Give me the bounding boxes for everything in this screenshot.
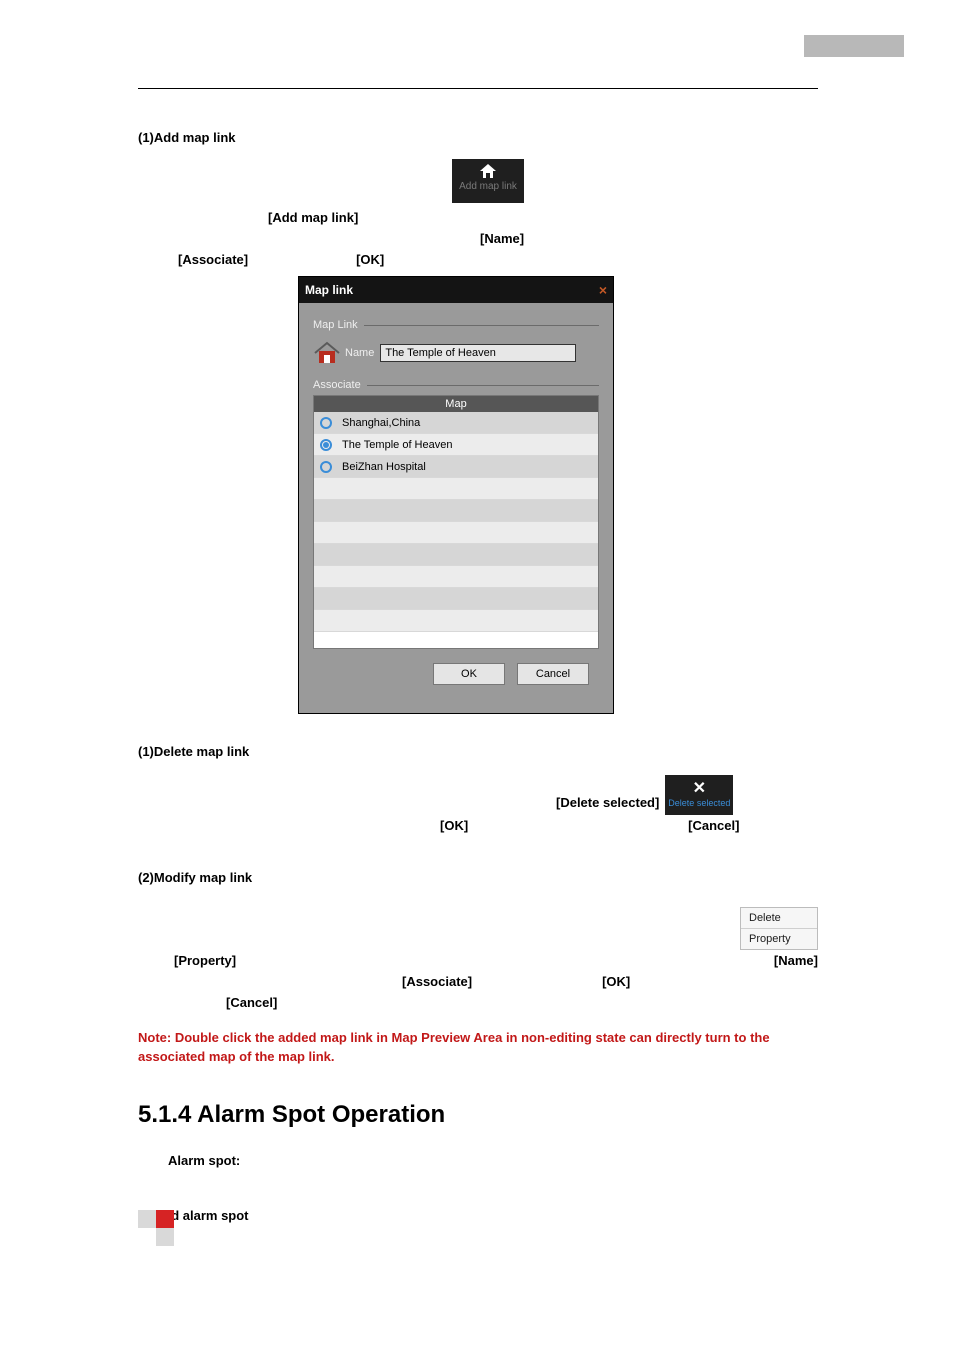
radio-icon[interactable] [320,461,332,473]
associate-row-label: Shanghai,China [342,417,420,429]
bracket-name: [Name] [480,231,524,246]
square-icon [138,1228,156,1246]
context-menu-item-delete[interactable]: Delete [741,908,817,929]
radio-icon[interactable] [320,439,332,451]
bracket-delete-selected: [Delete selected] [556,795,659,810]
heading-alarm-spot-operation: 5.1.4 Alarm Spot Operation [138,1101,818,1129]
square-icon [138,1210,156,1228]
dialog-title-text: Map link [305,283,353,297]
bracket-associate: [Associate] [178,252,248,267]
delete-selected-toolbar-button[interactable]: ✕ Delete selected [665,775,733,815]
cancel-button[interactable]: Cancel [517,663,589,685]
associate-column-header: Map [314,396,598,412]
bracket-cancel-2: [Cancel] [226,995,277,1010]
bracket-property: [Property] [174,953,236,968]
associate-row[interactable]: Shanghai,China [314,412,598,434]
group-associate-label: Associate [313,379,361,391]
divider [364,325,599,326]
heading-modify-map-link: (2)Modify map link [138,870,818,885]
associate-row[interactable]: BeiZhan Hospital [314,456,598,478]
associate-row-empty [314,588,598,610]
add-map-link-toolbar-label: Add map link [452,181,524,192]
square-icon [156,1210,174,1228]
associate-row-empty [314,566,598,588]
name-input[interactable] [380,344,576,362]
group-map-link-label: Map Link [313,319,358,331]
divider [367,385,599,386]
ok-button[interactable]: OK [433,663,505,685]
x-icon: ✕ [665,778,733,798]
add-map-link-toolbar-button[interactable]: Add map link [452,159,524,203]
delete-selected-label: Delete selected [665,798,733,808]
associate-row-empty [314,610,598,632]
map-link-dialog: Map link × Map Link Name Associate [298,276,614,714]
bracket-name-2: [Name] [774,953,818,968]
associate-row-empty [314,478,598,500]
associate-row-label: The Temple of Heaven [342,439,452,451]
context-menu-item-property[interactable]: Property [741,929,817,949]
heading-delete-map-link: (1)Delete map link [138,744,818,759]
associate-row[interactable]: The Temple of Heaven [314,434,598,456]
dialog-titlebar: Map link × [299,277,613,303]
heading-add-map-link: (1)Add map link [138,130,818,145]
associate-row-empty [314,544,598,566]
bracket-add-map-link: [Add map link] [268,210,358,225]
home-icon [479,163,497,179]
bracket-associate-2: [Associate] [402,974,472,989]
bracket-ok-3: [OK] [602,974,630,989]
bracket-ok-2: [OK] [440,818,468,833]
page-side-tab [804,35,904,57]
bracket-ok-1: [OK] [356,252,384,267]
context-menu: Delete Property [740,907,818,950]
page-content: (1)Add map link Add map link [Add map li… [138,130,818,1223]
header-rule [138,88,818,89]
bracket-cancel-1: [Cancel] [688,818,739,833]
associate-body: Shanghai,China The Temple of Heaven BeiZ… [314,412,598,648]
associate-row-empty [314,500,598,522]
note-text: Note: Double click the added map link in… [138,1029,818,1067]
heading-add-alarm-spot: (1)Add alarm spot [138,1208,818,1223]
associate-row-label: BeiZhan Hospital [342,461,426,473]
square-icon [156,1228,174,1246]
associate-row-empty [314,522,598,544]
alarm-spot-label: Alarm spot: [168,1153,818,1168]
name-label: Name [345,347,374,359]
close-icon[interactable]: × [599,282,607,298]
house-icon [313,341,341,365]
footer-decoration [138,1210,198,1246]
radio-icon[interactable] [320,417,332,429]
associate-table: Map Shanghai,China The Temple of Heaven … [313,395,599,649]
